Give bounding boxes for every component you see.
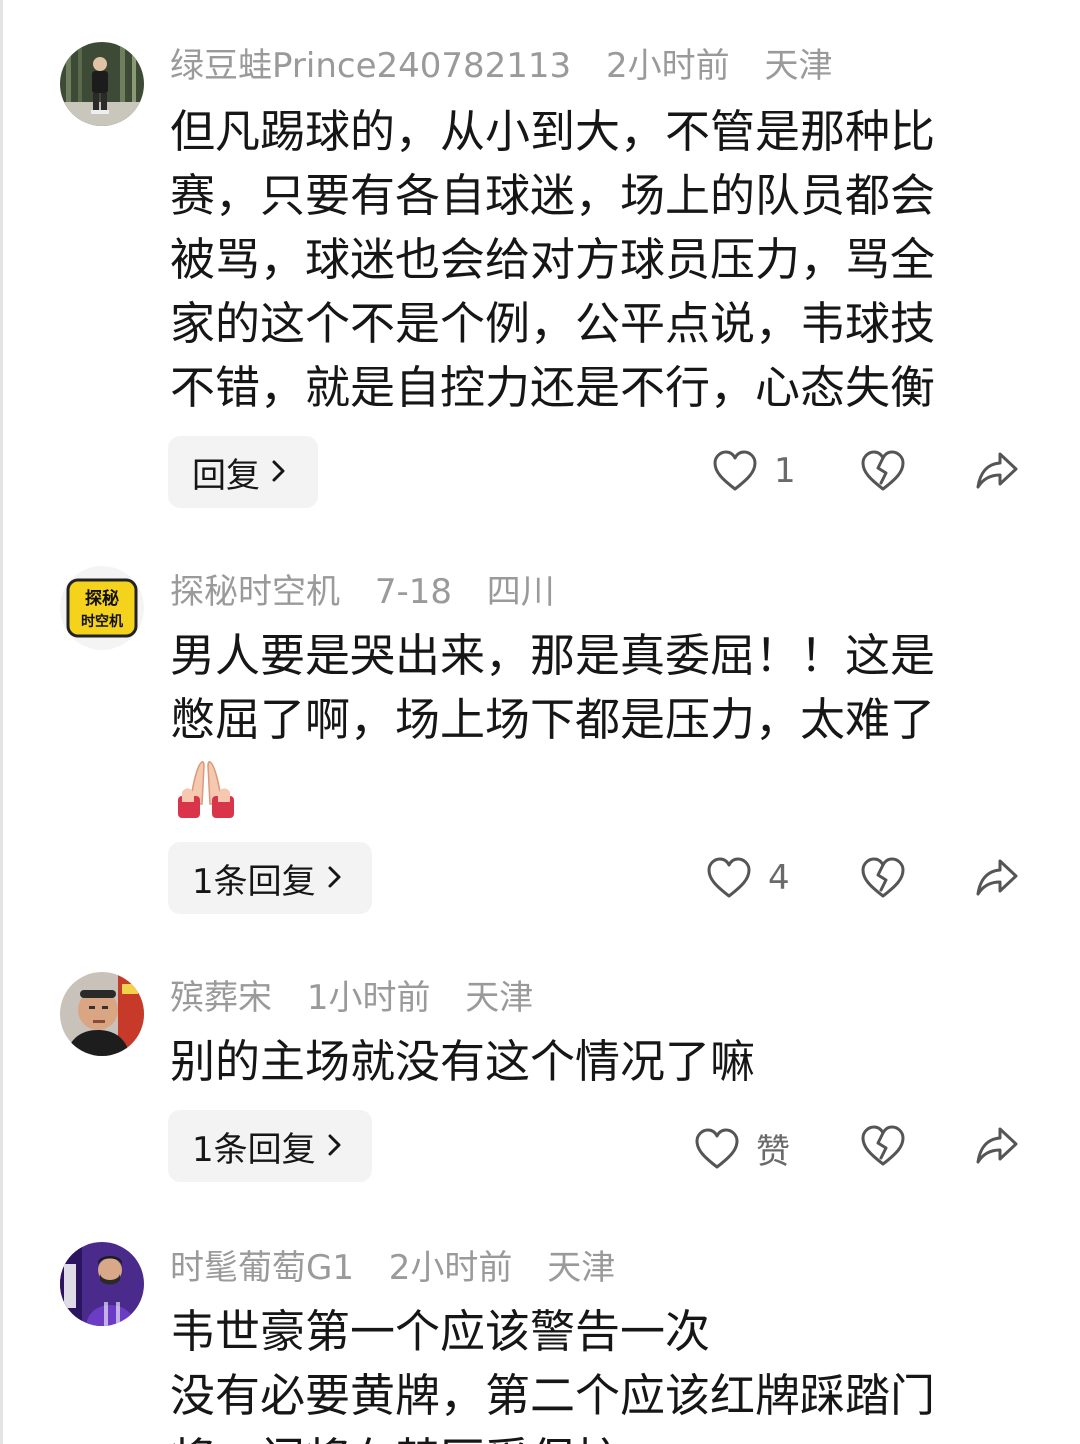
- comment-line: 别的主场就没有这个情况了嘛: [170, 1035, 756, 1088]
- comment-location: 天津: [465, 978, 534, 1018]
- comment-meta: 时髦葡萄G1 2小时前 天津: [170, 1248, 639, 1288]
- username[interactable]: 探秘时空机: [170, 572, 340, 612]
- like-button[interactable]: 1: [712, 449, 796, 493]
- left-border: [0, 0, 3, 1444]
- comment-line: 赛，只要有各自球迷，场上的队员都会: [170, 169, 936, 222]
- reply-button[interactable]: 1条回复: [168, 842, 372, 914]
- comment-time: 2小时前: [388, 1248, 513, 1288]
- reply-button[interactable]: 回复: [168, 436, 318, 508]
- share-arrow-icon: [974, 449, 1020, 493]
- comment-time: 1小时前: [306, 978, 431, 1018]
- comment-line: 但凡踢球的，从小到大，不管是那种比: [170, 105, 936, 158]
- comment-text: 韦世豪第一个应该警告一次 没有必要黄牌，第二个应该红牌踩踏门 将，门将在禁区受保…: [170, 1300, 1000, 1444]
- like-count: 4: [768, 858, 790, 898]
- like-count: 赞: [756, 1132, 790, 1172]
- comment-location: 天津: [764, 46, 833, 86]
- reply-button[interactable]: 1条回复: [168, 1110, 372, 1182]
- comment-line: 家的这个不是个例，公平点说，韦球技: [170, 297, 936, 350]
- comment-line: 将，门将在禁区受保护: [170, 1428, 1000, 1444]
- comment-line: 憋屈了啊，场上场下都是压力，太难了: [170, 693, 936, 746]
- dislike-button[interactable]: [860, 449, 906, 493]
- share-button[interactable]: [974, 1124, 1020, 1168]
- folded-hands-emoji: [172, 758, 240, 822]
- comment-line: 不错，就是自控力还是不行，心态失衡: [170, 361, 936, 414]
- comment-line: 被骂，球迷也会给对方球员压力，骂全: [170, 233, 936, 286]
- chevron-right-icon: [326, 1126, 344, 1166]
- avatar-text: 探秘: [85, 588, 119, 609]
- dislike-button[interactable]: [860, 1124, 906, 1168]
- chevron-right-icon: [326, 858, 344, 898]
- share-arrow-icon: [974, 1124, 1020, 1168]
- reply-label: 回复: [192, 455, 260, 496]
- username[interactable]: 时髦葡萄G1: [170, 1248, 354, 1288]
- comment-meta: 绿豆蛙Prince240782113 2小时前 天津: [170, 46, 856, 86]
- comment-line: 男人要是哭出来，那是真委屈！！这是: [170, 629, 936, 682]
- avatar-text: 时空机: [81, 613, 123, 630]
- broken-heart-icon: [860, 449, 906, 493]
- avatar[interactable]: [60, 42, 144, 126]
- avatar[interactable]: [60, 1242, 144, 1326]
- share-button[interactable]: [974, 856, 1020, 900]
- comment-location: 天津: [547, 1248, 616, 1288]
- username[interactable]: 绿豆蛙Prince240782113: [170, 46, 571, 86]
- reply-label: 1条回复: [192, 1129, 316, 1170]
- username[interactable]: 殡葬宋: [170, 978, 272, 1018]
- like-button[interactable]: 4: [706, 856, 790, 900]
- share-arrow-icon: [974, 856, 1020, 900]
- share-button[interactable]: [974, 449, 1020, 493]
- comment-line: 韦世豪第一个应该警告一次: [170, 1305, 711, 1358]
- comment-time: 7-18: [374, 572, 452, 612]
- comment-text: 但凡踢球的，从小到大，不管是那种比 赛，只要有各自球迷，场上的队员都会 被骂，球…: [170, 100, 1000, 420]
- heart-outline-icon: [694, 1127, 740, 1171]
- chevron-right-icon: [270, 452, 288, 492]
- comment-meta: 探秘时空机 7-18 四川: [170, 572, 579, 612]
- avatar[interactable]: [60, 972, 144, 1056]
- comment-text: 男人要是哭出来，那是真委屈！！这是 憋屈了啊，场上场下都是压力，太难了: [170, 624, 1000, 752]
- broken-heart-icon: [860, 1124, 906, 1168]
- comment-location: 四川: [486, 572, 555, 612]
- heart-outline-icon: [706, 856, 752, 900]
- dislike-button[interactable]: [860, 856, 906, 900]
- like-count: 1: [774, 451, 796, 491]
- comment-meta: 殡葬宋 1小时前 天津: [170, 978, 557, 1018]
- avatar[interactable]: 探秘 时空机: [60, 566, 144, 650]
- broken-heart-icon: [860, 856, 906, 900]
- like-button[interactable]: 赞: [694, 1124, 790, 1173]
- reply-label: 1条回复: [192, 861, 316, 902]
- comment-line: 没有必要黄牌，第二个应该红牌踩踏门: [170, 1369, 936, 1422]
- comment-text: 别的主场就没有这个情况了嘛: [170, 1030, 1000, 1094]
- comment-time: 2小时前: [606, 46, 730, 86]
- heart-outline-icon: [712, 449, 758, 493]
